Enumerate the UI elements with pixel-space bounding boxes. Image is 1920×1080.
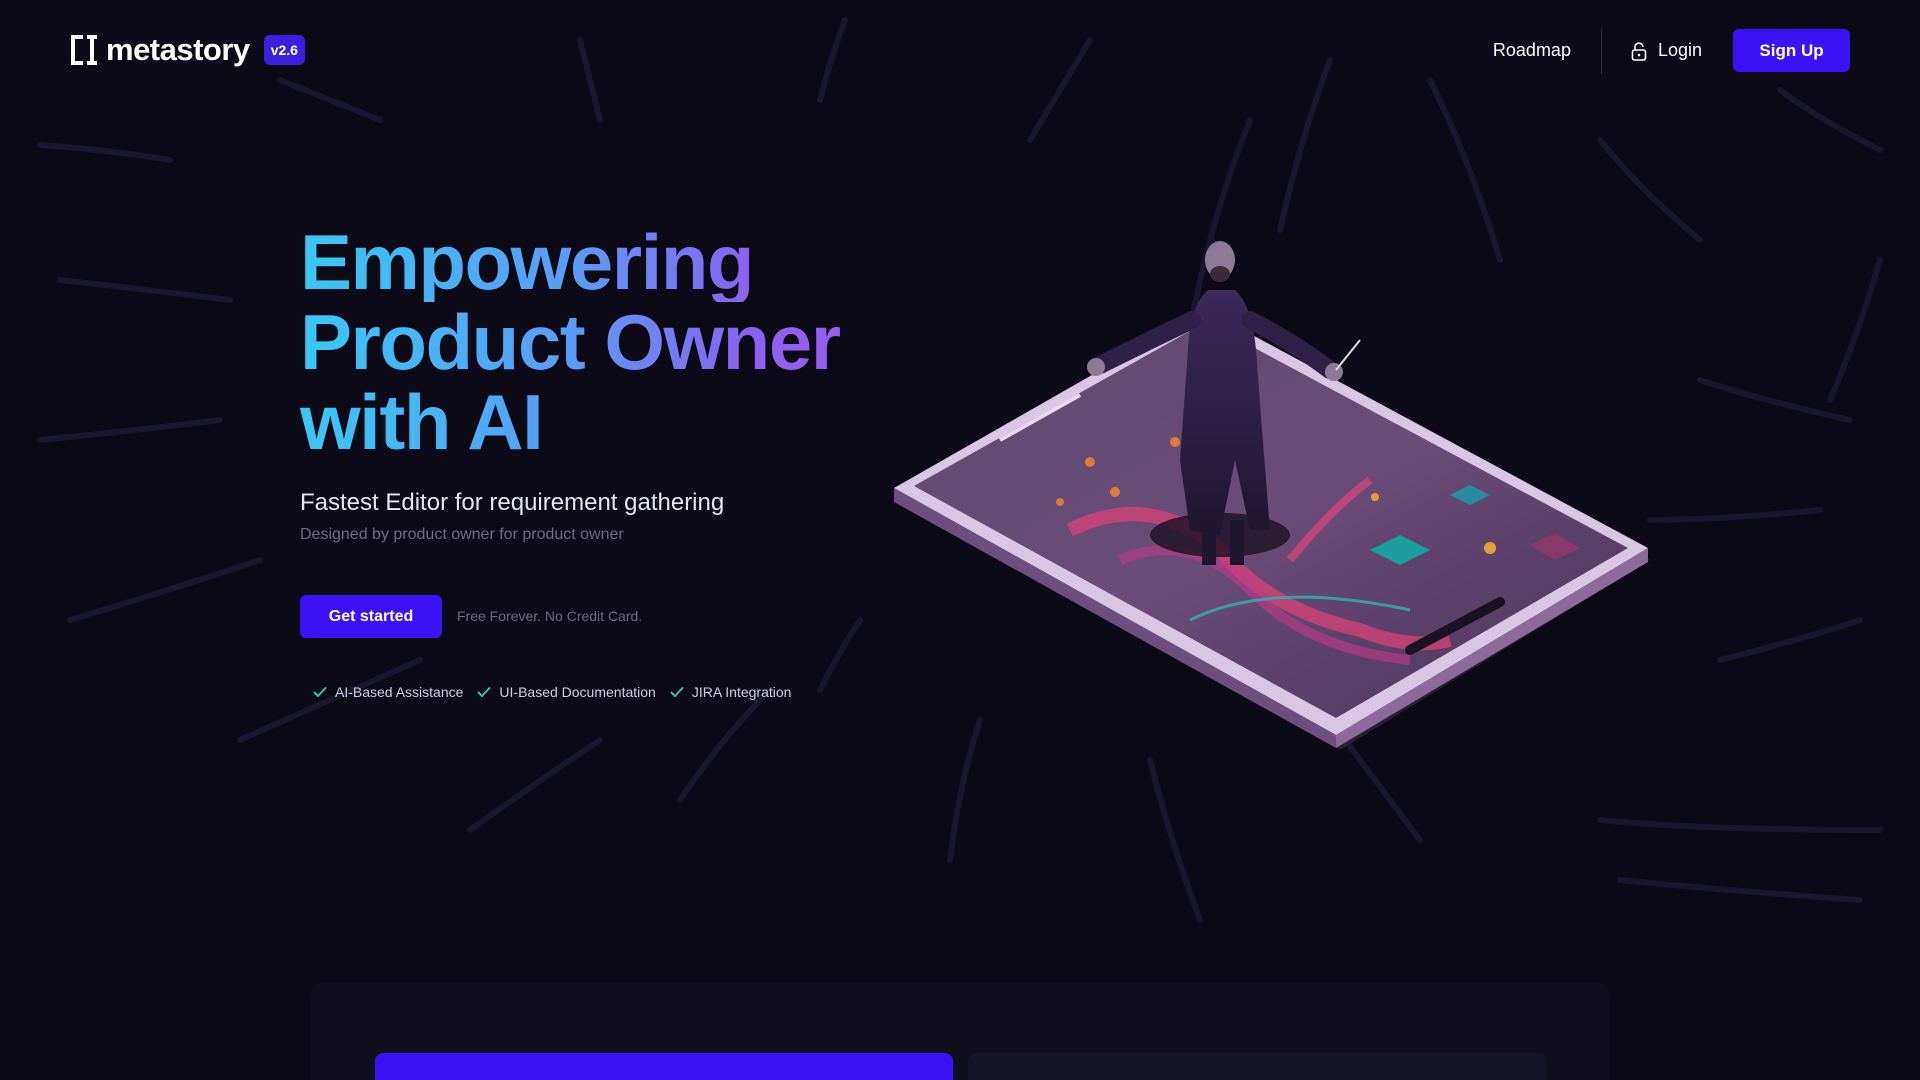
brand-logo[interactable]: metastory v2.6 xyxy=(70,30,305,70)
feature-label: UI-Based Documentation xyxy=(499,684,656,700)
check-icon xyxy=(670,687,684,697)
feature-list: AI-Based Assistance UI-Based Documentati… xyxy=(313,684,805,700)
lock-icon xyxy=(1631,41,1647,61)
hero-subtitle: Fastest Editor for requirement gathering xyxy=(300,489,725,516)
feature-item: JIRA Integration xyxy=(670,684,792,700)
version-badge: v2.6 xyxy=(263,35,305,65)
nav-roadmap-link[interactable]: Roadmap xyxy=(1493,40,1571,61)
feature-label: AI-Based Assistance xyxy=(335,684,464,700)
feature-item: UI-Based Documentation xyxy=(477,684,656,700)
signup-button[interactable]: Sign Up xyxy=(1733,29,1850,72)
panel-tab-active[interactable] xyxy=(375,1053,953,1080)
hero-title-line-2: Product Owner xyxy=(300,302,900,382)
feature-item: AI-Based Assistance xyxy=(313,684,463,700)
brand-name: metastory xyxy=(106,32,250,67)
cta-note: Free Forever. No Credit Card. xyxy=(457,608,643,624)
check-icon xyxy=(313,687,327,697)
login-label: Login xyxy=(1657,40,1702,60)
top-nav: Roadmap Login Sign Up xyxy=(1493,27,1850,74)
check-icon xyxy=(477,687,491,697)
login-link[interactable]: Login xyxy=(1630,40,1702,61)
feature-label: JIRA Integration xyxy=(691,684,792,700)
hero-title-line-3: with AI xyxy=(300,382,900,462)
panel-tab[interactable] xyxy=(968,1053,1546,1080)
hero-title: Empowering Product Owner with AI xyxy=(300,222,900,462)
site-header: metastory v2.6 Roadmap Login Sign Up xyxy=(0,0,1920,100)
hero-tagline: Designed by product owner for product ow… xyxy=(300,526,624,543)
hero-illustration xyxy=(894,241,1650,750)
get-started-button[interactable]: Get started xyxy=(300,595,442,638)
hero-title-line-1: Empowering xyxy=(300,222,900,302)
bracket-logo-icon xyxy=(71,35,97,65)
nav-divider xyxy=(1600,27,1602,74)
